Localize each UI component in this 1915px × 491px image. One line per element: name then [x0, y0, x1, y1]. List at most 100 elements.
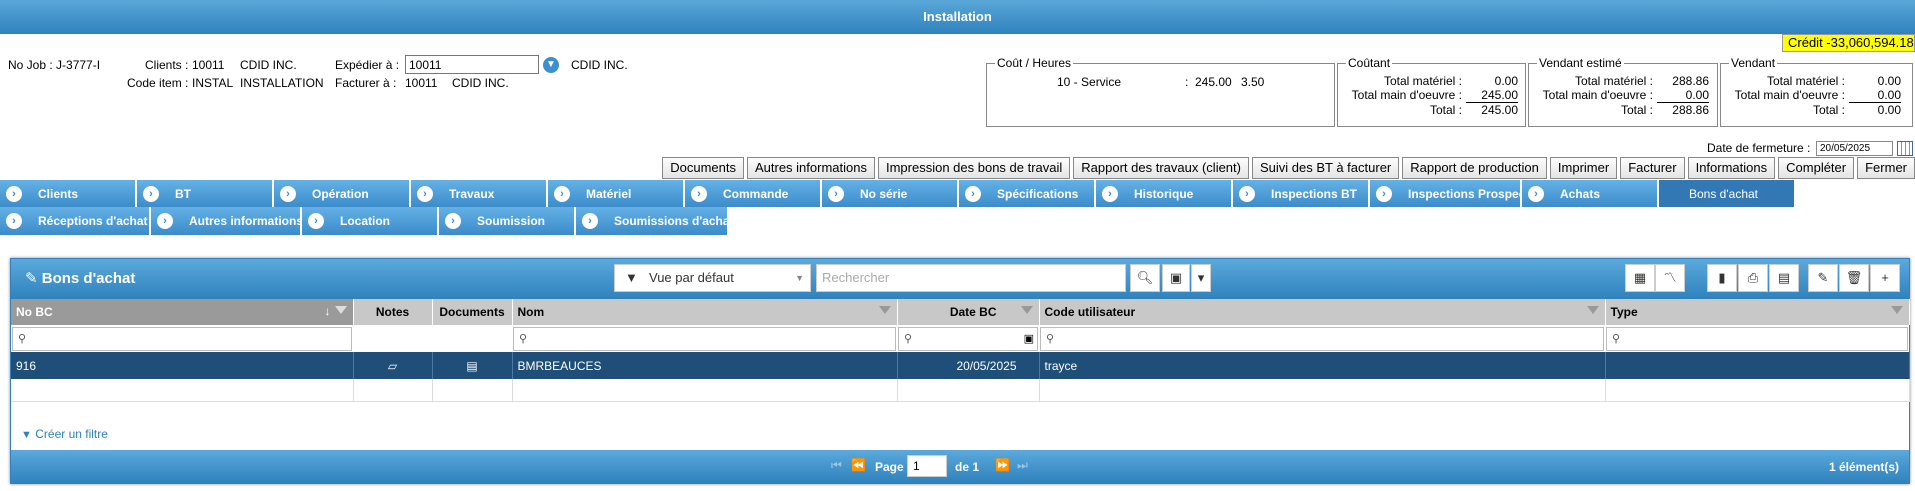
book-icon[interactable]: ▮: [1707, 264, 1737, 292]
rapport-travaux-button[interactable]: Rapport des travaux (client): [1073, 157, 1249, 179]
create-filter-link[interactable]: ▼ Créer un filtre: [21, 427, 108, 441]
chevron-down-icon[interactable]: ▼: [543, 57, 559, 73]
expedier-input[interactable]: [405, 55, 539, 74]
filter-date-bc-input[interactable]: ⚲ ▣: [898, 326, 1038, 351]
column-code-utilisateur[interactable]: Code utilisateur: [1039, 299, 1606, 325]
column-nom[interactable]: Nom: [512, 299, 898, 325]
autres-informations-button[interactable]: Autres informations: [746, 157, 875, 179]
page-of-label: de 1: [955, 460, 980, 474]
tab-inspections-bt[interactable]: › Inspections BT: [1233, 180, 1370, 208]
next-page-icon[interactable]: ⏩: [995, 458, 1010, 472]
tab-achats[interactable]: › Achats: [1522, 180, 1659, 208]
tab-operation[interactable]: › Opération: [274, 180, 411, 208]
note-icon[interactable]: ▱: [353, 352, 433, 379]
tab-inspections-prospect[interactable]: › Inspections Prospect: [1370, 180, 1522, 208]
chart-icon[interactable]: 〽: [1655, 264, 1685, 292]
search-input[interactable]: Rechercher: [816, 264, 1126, 292]
service-line-hours: 3.50: [1241, 75, 1265, 89]
prev-page-icon[interactable]: ⏪: [851, 458, 866, 472]
tab-soumissions-achat[interactable]: › Soumissions d'achat: [576, 207, 729, 235]
save-view-dropdown-icon[interactable]: ▾: [1191, 264, 1211, 292]
calendar-view-icon[interactable]: ▦: [1625, 264, 1655, 292]
header-row: No BC ↓ Notes Documents Nom Date BC Code …: [11, 299, 1910, 325]
vendant-estime-total-value: 288.86: [1672, 103, 1709, 117]
filter-icon[interactable]: [878, 306, 891, 314]
rapport-production-button[interactable]: Rapport de production: [1402, 157, 1547, 179]
calendar-icon[interactable]: [1897, 141, 1913, 156]
tab-commande[interactable]: › Commande: [685, 180, 822, 208]
suivi-bt-button[interactable]: Suivi des BT à facturer: [1251, 157, 1400, 179]
completer-button[interactable]: Compléter: [1778, 157, 1855, 179]
tab-soumission[interactable]: › Soumission: [439, 207, 576, 235]
tab-no-serie[interactable]: › No série: [822, 180, 959, 208]
caret-down-icon: ▼: [795, 273, 804, 283]
cell-date-bc: 20/05/2025: [897, 352, 1040, 379]
expedier-label: Expédier à :: [335, 58, 400, 72]
page-input[interactable]: 1: [907, 455, 947, 477]
tab-label: Clients: [38, 187, 79, 201]
tab-clients[interactable]: › Clients: [0, 180, 137, 208]
fermer-button[interactable]: Fermer: [1857, 157, 1915, 179]
filter-code-utilisateur-input[interactable]: ⚲: [1040, 326, 1604, 351]
create-filter-text: Créer un filtre: [35, 427, 108, 441]
vendant-estime-materiel-value: 288.86: [1672, 74, 1709, 88]
column-documents[interactable]: Documents: [432, 299, 513, 325]
filter-icon[interactable]: [1586, 306, 1599, 314]
credit-badge: Crédit -33,060,594.18: [1782, 34, 1915, 52]
trash-icon[interactable]: 🗑︎: [1839, 264, 1869, 292]
last-page-icon[interactable]: ⏭: [1017, 458, 1028, 473]
chevron-right-icon: ›: [965, 186, 981, 202]
column-date-bc[interactable]: Date BC: [897, 299, 1040, 325]
empty-row: [11, 379, 1910, 402]
column-label: No BC: [16, 305, 53, 319]
tab-historique[interactable]: › Historique: [1096, 180, 1233, 208]
code-item-name: INSTALLATION: [240, 76, 324, 90]
facturer-button[interactable]: Facturer: [1620, 157, 1685, 179]
column-label: Date BC: [949, 305, 997, 319]
tab-autres-informations[interactable]: › Autres informations: [151, 207, 302, 235]
filter-icon[interactable]: [1890, 306, 1903, 314]
tab-receptions-achat[interactable]: › Réceptions d'achat: [0, 207, 151, 235]
tab-location[interactable]: › Location: [302, 207, 439, 235]
filter-no-bc-input[interactable]: ⚲: [12, 326, 352, 351]
informations-button[interactable]: Informations: [1687, 157, 1776, 179]
tab-materiel[interactable]: › Matériel: [548, 180, 685, 208]
filter-nom-input[interactable]: ⚲: [513, 326, 896, 351]
facturer-label: Facturer à :: [335, 76, 397, 90]
filter-type-input[interactable]: ⚲: [1606, 326, 1908, 351]
coutant-total-value: 245.00: [1481, 103, 1518, 117]
excel-icon[interactable]: ▤: [1769, 264, 1799, 292]
add-icon[interactable]: +: [1870, 264, 1900, 292]
print-icon[interactable]: ⎙: [1738, 264, 1768, 292]
tab-bons-achat[interactable]: Bons d'achat: [1659, 180, 1796, 208]
impression-bons-travail-button[interactable]: Impression des bons de travail: [877, 157, 1071, 179]
save-view-icon[interactable]: ▣: [1162, 264, 1190, 292]
column-type[interactable]: Type: [1605, 299, 1910, 325]
calendar-icon[interactable]: ▣: [1024, 332, 1034, 345]
search-icon[interactable]: 🔍︎: [1130, 264, 1160, 292]
column-label: Nom: [517, 305, 545, 319]
imprimer-button[interactable]: Imprimer: [1549, 157, 1618, 179]
view-select[interactable]: ▼ Vue par défaut ▼: [614, 264, 811, 292]
document-icon[interactable]: ▤: [432, 352, 513, 379]
tab-label: Opération: [312, 187, 369, 201]
vendant-total-label: Total :: [1812, 103, 1845, 117]
edit-record-icon[interactable]: ✎: [1808, 264, 1838, 292]
documents-button[interactable]: Documents: [662, 157, 744, 179]
column-label: Notes: [375, 305, 410, 319]
filter-icon[interactable]: [334, 306, 347, 314]
filter-icon[interactable]: [1020, 306, 1033, 314]
date-fermeture-input[interactable]: 20/05/2025: [1816, 141, 1893, 156]
tab-bt[interactable]: › BT: [137, 180, 274, 208]
tab-specifications[interactable]: › Spécifications: [959, 180, 1096, 208]
tab-label: Location: [340, 214, 390, 228]
column-no-bc[interactable]: No BC ↓: [11, 299, 354, 325]
cout-heures-legend: Coût / Heures: [997, 56, 1072, 70]
tab-travaux[interactable]: › Travaux: [411, 180, 548, 208]
vendant-legend: Vendant: [1731, 56, 1776, 70]
tab-label: Autres informations: [189, 214, 302, 228]
table-row[interactable]: 916 ▱ ▤ BMRBEAUCES 20/05/2025 trayce: [11, 352, 1910, 379]
grid-header: ✎ Bons d'achat ▼ Vue par défaut ▼ Recherch…: [11, 259, 1909, 299]
column-notes[interactable]: Notes: [353, 299, 433, 325]
first-page-icon[interactable]: ⏮: [831, 458, 842, 473]
